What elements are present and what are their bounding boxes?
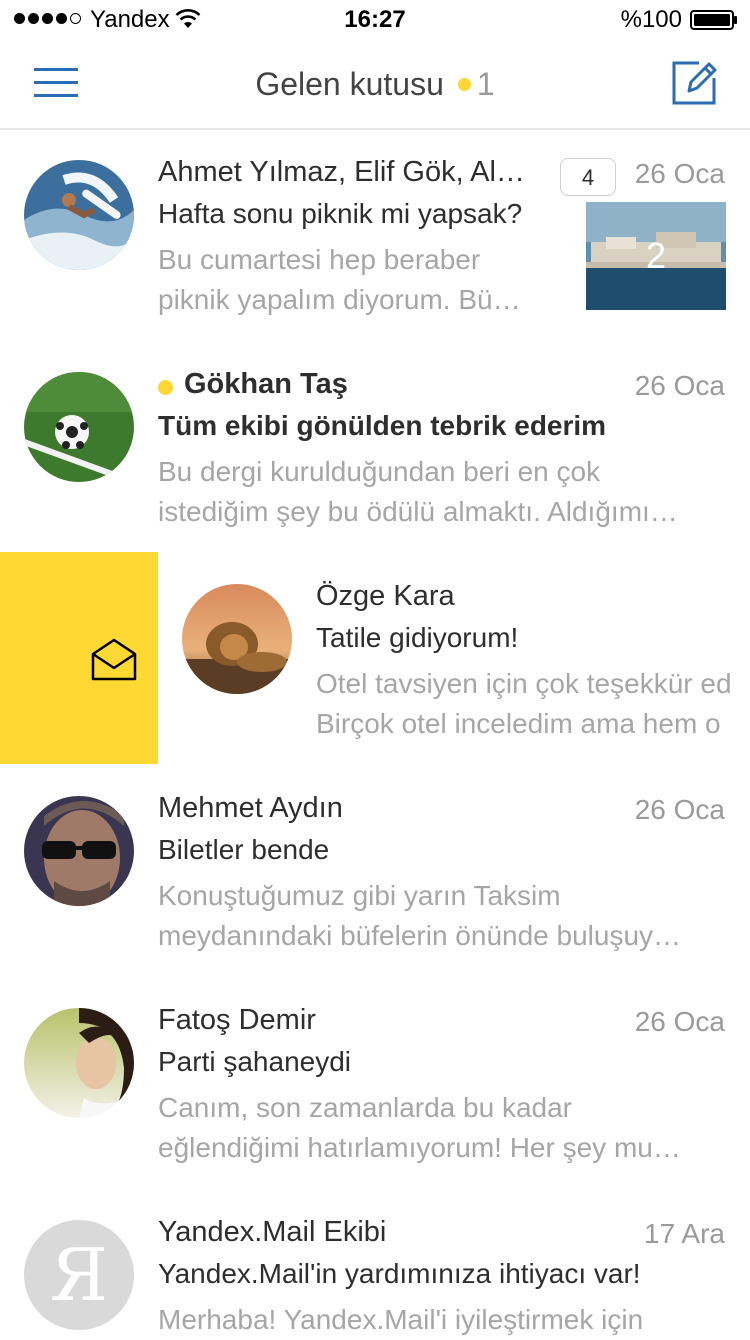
unread-count: 1 [476,66,495,102]
attachment-thumbnail[interactable]: 2 [586,202,726,310]
message-sender: Ahmet Yılmaz, Elif Gök, Al… [158,156,525,188]
message-preview: Bu dergi kurulduğundan beri en çok isted… [158,452,726,532]
soccer-ball-avatar [24,372,134,482]
message-sender: Fatoş Demir [158,1004,316,1036]
message-row[interactable]: Я Yandex.Mail Ekibi 17 Ara Yandex.Mail'i… [0,1188,750,1335]
unread-dot-icon [158,380,173,395]
message-sender: Mehmet Aydın [158,792,343,824]
battery-icon [690,10,737,30]
message-sender: Özge Kara [316,580,455,612]
message-subject: Parti şahaneydi [158,1046,352,1077]
message-row[interactable]: Gökhan Taş 26 Oca Tüm ekibi gönülden teb… [0,340,750,552]
preview-line: piknik yapalım diyorum. Bü… [158,284,521,315]
message-preview: Bu cumartesi hep beraber piknik yapalım … [158,240,558,320]
message-subject: Yandex.Mail'in yardımınıza ihtiyacı var! [158,1258,641,1289]
message-subject: Tüm ekibi gönülden tebrik ederim [158,410,607,441]
preview-line: Bu cumartesi hep beraber [158,244,481,275]
message-row[interactable]: Mehmet Aydın 26 Oca Biletler bende Konuş… [0,764,750,976]
preview-line: Canım, son zamanlarda bu kadar [158,1092,572,1123]
message-preview: Canım, son zamanlarda bu kadar eğlendiği… [158,1088,726,1168]
nav-title: Gelen kutusu 1 [0,66,750,103]
lion-avatar [182,584,292,694]
status-bar: Yandex 16:27 %100 [0,0,750,40]
compose-button[interactable] [669,58,719,108]
message-preview: Otel tavsiyen için çok teşekkür ed Birço… [316,664,750,744]
message-subject: Tatile gidiyorum! [316,622,519,653]
nav-bar: Gelen kutusu 1 [0,40,750,130]
surfer-avatar [24,160,134,270]
woman-avatar [24,1008,134,1118]
preview-line: eğlendiğimi hatırlamıyorum! Her şey mu… [158,1132,681,1163]
preview-line: Birçok otel inceledim ama hem o [316,708,721,739]
battery-percent: %100 [620,6,682,33]
yandex-letter: Я [49,1233,109,1317]
message-preview: Konuştuğumuz gibi yarın Taksim meydanınd… [158,876,726,956]
message-subject: Hafta sonu piknik mi yapsak? [158,198,523,229]
message-date: 26 Oca [634,158,725,189]
thread-count-badge: 4 [560,158,616,196]
message-date: 26 Oca [634,370,725,401]
message-preview: Merhaba! Yandex.Mail'i iyileştirmek için [158,1300,726,1340]
inbox-title: Gelen kutusu [255,66,444,102]
preview-line: Konuştuğumuz gibi yarın Taksim [158,880,561,911]
preview-line: Bu dergi kurulduğundan beri en çok [158,456,601,487]
message-sender: Yandex.Mail Ekibi [158,1216,387,1248]
message-row[interactable]: Özge Kara Tatile gidiyorum! Otel tavsiye… [0,552,750,764]
preview-line: istediğim şey bu ödülü almaktı. Aldığımı… [158,496,678,527]
yandex-logo-avatar: Я [24,1220,134,1330]
message-date: 26 Oca [634,1006,725,1037]
message-sender: Gökhan Taş [184,368,348,400]
unread-indicator-icon [457,78,471,92]
message-row[interactable]: Fatoş Demir 26 Oca Parti şahaneydi Canım… [0,976,750,1188]
message-row[interactable]: Ahmet Yılmaz, Elif Gök, Al… 4 26 Oca Haf… [0,128,750,340]
message-date: 26 Oca [634,794,725,825]
man-sunglasses-avatar [24,796,134,906]
message-date: 17 Ara [644,1218,725,1249]
preview-line: Otel tavsiyen için çok teşekkür ed [316,668,732,699]
attachment-count: 2 [645,235,667,276]
preview-line: Merhaba! Yandex.Mail'i iyileştirmek için [158,1304,644,1335]
preview-line: meydanındaki büfelerin önünde buluşuy… [158,920,682,951]
message-subject: Biletler bende [158,834,330,865]
